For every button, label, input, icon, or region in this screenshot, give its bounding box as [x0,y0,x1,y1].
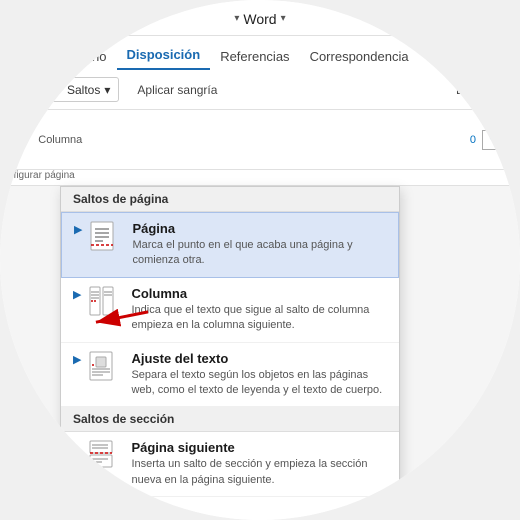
pagina-item-text: Página Marca el punto en el que acaba un… [132,221,386,269]
saltos-icon [49,81,63,98]
saltos-chevron: ▾ [104,83,110,97]
pagina-siguiente-desc: Inserta un salto de sección y empieza la… [131,457,387,488]
input-value-label: 0 [470,134,476,146]
app-title: Word [243,11,276,27]
spacing-input[interactable]: 8 p [482,130,512,150]
ribbon-tab-bar: ogar Diseño Disposición Referencias Corr… [0,36,520,70]
pagina-title: Página [132,221,386,236]
columna-item-text: Columna Indica que el texto que sigue al… [131,286,387,334]
columna-title: Columna [131,286,387,301]
continua-title: Continua [131,505,387,520]
saltos-button-label: Saltos [67,83,100,97]
tab-re[interactable]: Re [419,43,456,70]
pagina-siguiente-arrow: ▶ [73,442,81,455]
espaciado-label: Espaciado [456,83,512,97]
continua-arrow: ▶ [73,507,81,520]
title-bar: ▾ Word ▾ [0,0,520,36]
ribbon-group-icon-1 [8,80,28,100]
tab-disposicion[interactable]: Disposición [117,41,211,70]
saltos-dropdown-menu: Saltos de página ▶ Página Marc [60,186,400,520]
columnas-label: Columna [38,134,82,146]
continua-icon [85,505,121,520]
dropdown-item-continua[interactable]: ▶ Continua Inserta un salto de sección y [61,497,399,520]
saltos-seccion-section-header: Saltos de sección [61,407,399,432]
saltos-button[interactable]: Saltos ▾ [40,77,119,102]
aplicar-sangria-label: Aplicar sangría [137,83,217,97]
columna-arrow: ▶ [73,288,81,301]
dropdown-item-ajuste-texto[interactable]: ▶ Ajuste del texto Separa el texto según… [61,343,399,408]
pagina-desc: Marca el punto en el que acaba una págin… [132,238,386,269]
ajuste-icon [85,351,121,387]
title-bar-chevron[interactable]: ▾ [281,13,286,24]
pagina-siguiente-item-text: Página siguiente Inserta un salto de sec… [131,440,387,488]
tab-correspondencia[interactable]: Correspondencia [300,43,419,70]
ajuste-title: Ajuste del texto [131,351,387,366]
title-bar-back-arrow[interactable]: ▾ [234,13,239,24]
tab-hogar[interactable]: ogar [10,43,56,70]
ribbon-toolbar: Saltos ▾ Aplicar sangría Espaciado [0,70,520,110]
dropdown-item-pagina[interactable]: ▶ Página Marca el punto en el que acaba … [61,212,399,278]
saltos-pagina-section-header: Saltos de página [61,187,399,212]
pagina-siguiente-icon [85,440,121,476]
tab-diseno[interactable]: Diseño [56,43,116,70]
ajuste-item-text: Ajuste del texto Separa el texto según l… [131,351,387,399]
pagina-icon [86,221,122,257]
continua-item-text: Continua Inserta un salto de sección y [131,505,387,520]
pagina-siguiente-title: Página siguiente [131,440,387,455]
ajuste-arrow: ▶ [73,353,81,366]
columna-desc: Indica que el texto que sigue al salto d… [131,303,387,334]
pagina-arrow: ▶ [74,223,82,236]
configurar-pagina-label: nfigurar página [0,170,520,186]
dropdown-item-pagina-siguiente[interactable]: ▶ Página siguiente Inserta un salto de s [61,432,399,497]
tab-referencias[interactable]: Referencias [210,43,299,70]
dropdown-container: Saltos de página ▶ Página Marc [0,186,520,506]
diseno-label: ño [8,134,20,146]
ajuste-desc: Separa el texto según los objetos en las… [131,368,387,399]
ribbon-content-row: ño Columna 0 8 p [0,110,520,170]
